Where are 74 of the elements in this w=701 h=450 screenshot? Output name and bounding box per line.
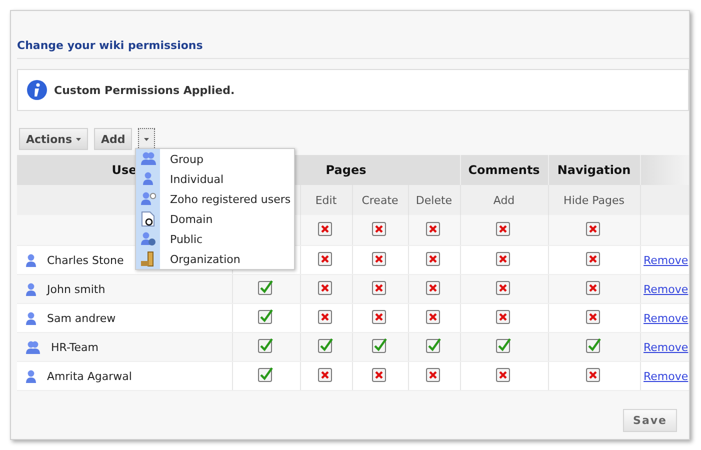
remove-link[interactable]: Remove — [644, 312, 688, 324]
unchecked-checkbox[interactable] — [318, 308, 334, 324]
unchecked-checkbox[interactable] — [496, 280, 512, 296]
column-group-header: Navigation — [548, 155, 640, 185]
checked-checkbox[interactable] — [372, 338, 388, 354]
unchecked-checkbox[interactable] — [496, 366, 512, 382]
caret-icon — [76, 138, 81, 140]
unchecked-checkbox[interactable] — [318, 280, 334, 296]
unchecked-checkbox[interactable] — [372, 366, 388, 382]
unchecked-checkbox[interactable] — [372, 220, 388, 236]
unchecked-checkbox[interactable] — [426, 220, 442, 236]
menu-item[interactable]: Zoho registered users — [136, 189, 294, 209]
user-name: HR-Team — [51, 340, 99, 354]
unchecked-checkbox[interactable] — [426, 366, 442, 382]
unchecked-checkbox[interactable] — [318, 220, 334, 236]
menu-item[interactable]: Organization — [136, 249, 294, 269]
column-group-header: Comments — [460, 155, 548, 185]
checked-checkbox[interactable] — [258, 338, 274, 354]
group-icon — [25, 340, 41, 354]
building-icon — [140, 251, 156, 267]
user-name: Amrita Agarwal — [47, 370, 132, 382]
caret-icon — [144, 138, 150, 140]
user-name: John smith — [47, 282, 106, 296]
checked-checkbox[interactable] — [258, 308, 274, 324]
unchecked-checkbox[interactable] — [426, 250, 442, 266]
group-icon — [140, 151, 156, 167]
unchecked-checkbox[interactable] — [586, 308, 602, 324]
unchecked-checkbox[interactable] — [586, 280, 602, 296]
add-button[interactable]: Add — [94, 128, 132, 150]
checked-checkbox[interactable] — [318, 338, 334, 354]
unchecked-checkbox[interactable] — [496, 250, 512, 266]
menu-item[interactable]: Public — [136, 229, 294, 249]
user-icon — [140, 171, 156, 187]
page-title: Change your wiki permissions — [17, 39, 689, 59]
unchecked-checkbox[interactable] — [586, 250, 602, 266]
user-badge-icon — [140, 191, 156, 207]
checked-checkbox[interactable] — [426, 338, 442, 354]
remove-link[interactable]: Remove — [644, 254, 688, 266]
remove-link[interactable]: Remove — [644, 282, 688, 296]
message-text: Custom Permissions Applied. — [54, 84, 235, 96]
column-header: Add — [460, 185, 548, 215]
add-dropdown-button[interactable] — [138, 128, 156, 150]
unchecked-checkbox[interactable] — [496, 308, 512, 324]
remove-link[interactable]: Remove — [644, 370, 688, 382]
user-icon — [25, 311, 37, 325]
checked-checkbox[interactable] — [586, 338, 602, 354]
column-header: Hide Pages — [548, 185, 640, 215]
actions-button[interactable]: Actions — [19, 128, 88, 150]
save-button[interactable]: Save — [623, 409, 677, 432]
menu-item[interactable]: Domain — [136, 209, 294, 229]
checked-checkbox[interactable] — [258, 280, 274, 296]
user-globe-icon — [140, 231, 156, 247]
unchecked-checkbox[interactable] — [496, 220, 512, 236]
column-header: Delete — [408, 185, 460, 215]
unchecked-checkbox[interactable] — [318, 250, 334, 266]
checked-checkbox[interactable] — [258, 366, 274, 382]
user-name: Charles Stone — [47, 254, 124, 266]
user-icon — [25, 282, 37, 296]
column-header: Create — [352, 185, 408, 215]
user-icon — [25, 253, 37, 267]
unchecked-checkbox[interactable] — [586, 366, 602, 382]
user-name: Sam andrew — [47, 312, 116, 324]
user-icon — [25, 369, 37, 383]
unchecked-checkbox[interactable] — [372, 308, 388, 324]
unchecked-checkbox[interactable] — [426, 280, 442, 296]
unchecked-checkbox[interactable] — [372, 280, 388, 296]
checked-checkbox[interactable] — [496, 338, 512, 354]
unchecked-checkbox[interactable] — [372, 250, 388, 266]
info-icon — [26, 79, 48, 101]
unchecked-checkbox[interactable] — [426, 308, 442, 324]
remove-link[interactable]: Remove — [644, 340, 688, 354]
unchecked-checkbox[interactable] — [318, 366, 334, 382]
column-header: Edit — [300, 185, 352, 215]
unchecked-checkbox[interactable] — [586, 220, 602, 236]
